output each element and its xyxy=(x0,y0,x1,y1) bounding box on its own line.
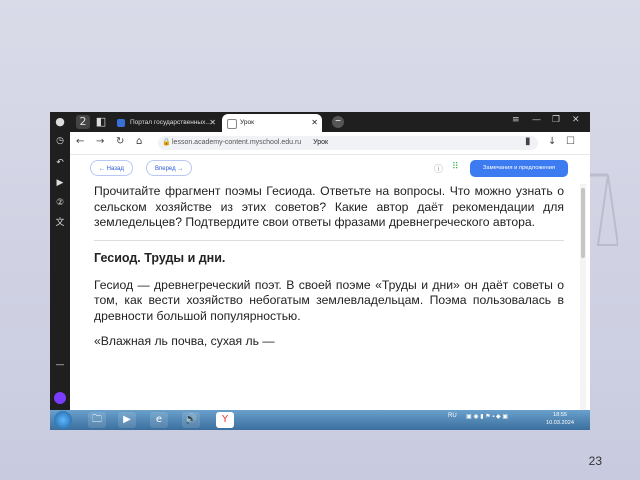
forward-label: Вперед xyxy=(155,166,176,172)
grid-icon[interactable]: ⠿ xyxy=(452,162,459,172)
start-button[interactable] xyxy=(54,411,72,429)
browser-sidebar: ◷ ↶ ▶ ② 文 — xyxy=(50,132,70,410)
close-tab-icon[interactable]: ✕ xyxy=(209,114,216,132)
browser-screenshot: ● 2 ◧ Портал государственных... ✕ Урок ✕… xyxy=(50,112,590,430)
maximize-icon[interactable]: ❐ xyxy=(552,115,560,125)
back-arrow-icon[interactable]: ← xyxy=(76,136,84,147)
info-icon[interactable]: ⓘ xyxy=(434,162,443,175)
bookmark-icon[interactable]: ▮ xyxy=(525,136,531,147)
profile-icon[interactable]: ● xyxy=(53,115,67,129)
gosuslugi-favicon-icon xyxy=(117,119,125,127)
close-tab-icon[interactable]: ✕ xyxy=(311,114,318,132)
section-heading: Гесиод. Труды и дни. xyxy=(94,250,226,265)
clock-date: 10.03.2024 xyxy=(546,420,574,426)
history-icon[interactable]: ◷ xyxy=(53,134,67,148)
reload-icon[interactable]: ↻ xyxy=(116,136,124,147)
url-input[interactable]: 🔒 lesson.academy-content.myschool.edu.ru… xyxy=(158,136,538,150)
url-text: lesson.academy-content.myschool.edu.ru xyxy=(172,139,302,146)
lesson-content: Прочитайте фрагмент поэмы Гесиода. Ответ… xyxy=(94,184,564,410)
taskbar-clock[interactable]: 18:55 10.03.2024 xyxy=(546,411,574,427)
home-icon[interactable]: ⌂ xyxy=(136,136,142,147)
volume-icon[interactable]: 🔊 xyxy=(182,412,200,428)
collections-icon[interactable]: ◧ xyxy=(94,115,108,129)
slide-page-number: 23 xyxy=(588,454,602,468)
feedback-button[interactable]: Замечания и предложения xyxy=(470,160,568,177)
tab-lesson[interactable]: Урок ✕ xyxy=(222,114,322,132)
media-player-icon[interactable]: ▶ xyxy=(118,412,136,428)
explorer-icon[interactable]: 🗀 xyxy=(88,412,106,428)
language-indicator[interactable]: RU xyxy=(448,413,457,419)
clock-time: 18:55 xyxy=(553,412,567,418)
download-icon[interactable]: ↓ xyxy=(548,136,556,147)
ie-icon[interactable]: e xyxy=(150,412,168,428)
section-body: Гесиод — древнегреческий поэт. В своей п… xyxy=(94,277,564,323)
sidebar-divider-icon: — xyxy=(55,360,65,370)
browser-tab-bar: ● 2 ◧ Портал государственных... ✕ Урок ✕… xyxy=(50,112,590,132)
minimize-icon[interactable]: — xyxy=(532,115,541,125)
extension-icon[interactable]: ☐ xyxy=(566,136,575,147)
windows-taskbar: 🗀 ▶ e 🔊 Y RU ▣ ◉ ▮ ⚑ ▪ ◆ ▣ 18:55 10.03.2… xyxy=(50,410,590,430)
poem-quote: «Влажная ль почва, сухая ль — xyxy=(94,334,275,348)
new-tab-button[interactable]: − xyxy=(332,116,344,128)
back-button[interactable]: ← Назад xyxy=(90,160,133,176)
lock-icon: 🔒 xyxy=(162,139,171,146)
forward-button[interactable]: Вперед → xyxy=(146,160,193,176)
forward-arrow-icon[interactable]: → xyxy=(96,136,104,147)
alice-assistant-icon[interactable] xyxy=(54,392,66,404)
close-window-icon[interactable]: ✕ xyxy=(572,115,580,125)
tray-icons[interactable]: ▣ ◉ ▮ ⚑ ▪ ◆ ▣ xyxy=(466,413,508,420)
url-page-title: Урок xyxy=(313,139,329,146)
divider xyxy=(94,239,564,241)
tab-label: Портал государственных... xyxy=(130,119,211,126)
tab-label: Урок xyxy=(240,119,254,126)
translate-icon[interactable]: 文 xyxy=(53,216,67,230)
menu-icon[interactable]: ≡ xyxy=(512,115,520,125)
content-scrollbar[interactable] xyxy=(580,184,586,410)
task-intro: Прочитайте фрагмент поэмы Гесиода. Ответ… xyxy=(94,184,564,229)
lesson-toolbar: ← Назад Вперед → ⓘ ⠿ Замечания и предлож… xyxy=(70,156,590,184)
address-bar: ← → ↻ ⌂ 🔒 lesson.academy-content.myschoo… xyxy=(70,132,590,155)
yandex-browser-icon[interactable]: Y xyxy=(216,412,234,428)
back-history-icon[interactable]: ↶ xyxy=(53,156,67,170)
page-favicon-icon xyxy=(227,119,237,129)
back-label: Назад xyxy=(106,166,124,172)
tab-counter-icon[interactable]: 2 xyxy=(76,115,90,129)
scroll-thumb[interactable] xyxy=(581,188,585,258)
play-icon[interactable]: ▶ xyxy=(53,176,67,190)
bookmark-count-icon[interactable]: ② xyxy=(53,196,67,210)
tab-gosuslugi[interactable]: Портал государственных... ✕ xyxy=(112,114,220,132)
